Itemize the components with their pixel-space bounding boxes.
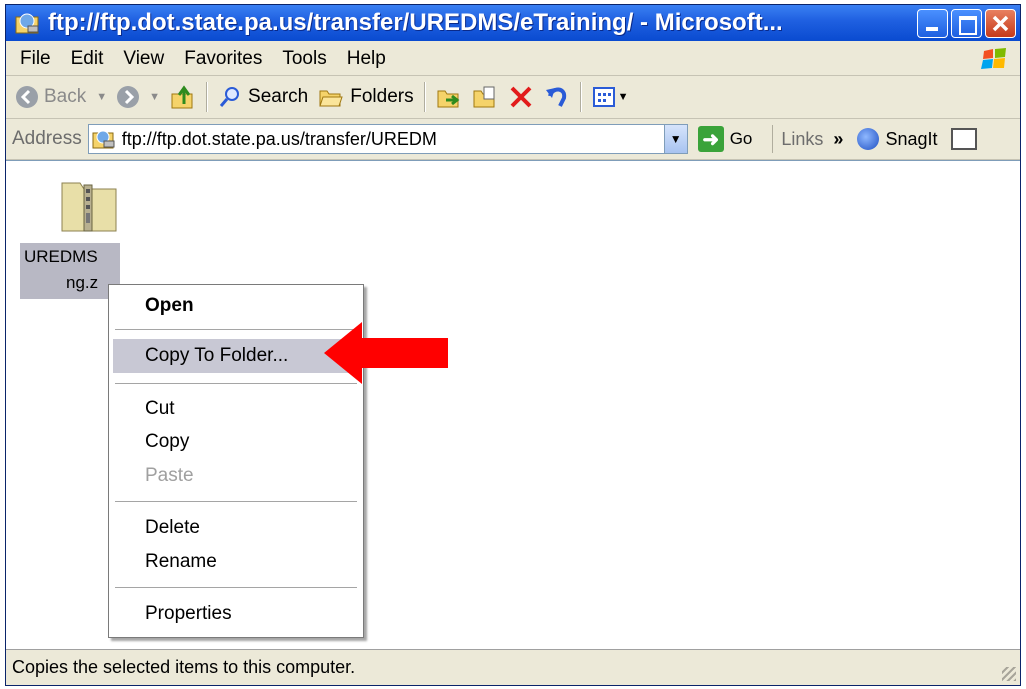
title-bar[interactable]: ftp://ftp.dot.state.pa.us/transfer/UREDM… [6,5,1020,41]
menu-edit[interactable]: Edit [71,48,104,70]
links-chevron-icon[interactable]: » [833,129,843,150]
links-label[interactable]: Links [781,129,823,150]
address-label: Address [12,128,82,149]
snagit-icon [857,128,880,150]
menu-properties[interactable]: Properties [145,603,232,625]
file-name-line1: UREDMS [24,247,98,266]
snagit-capture-icon[interactable] [951,128,978,150]
address-value: ftp://ftp.dot.state.pa.us/transfer/UREDM [121,128,437,149]
search-icon [219,87,240,107]
minimize-icon [926,26,938,31]
up-folder-icon [171,85,193,109]
views-dropdown-icon: ▼ [617,91,629,103]
menu-paste: Paste [145,465,194,486]
up-folder-button[interactable] [170,84,196,110]
delete-button[interactable] [508,84,534,110]
menu-favorites[interactable]: Favorites [184,48,262,70]
folders-label: Folders [350,86,414,107]
menu-tools[interactable]: Tools [282,48,326,70]
address-field[interactable]: ftp://ftp.dot.state.pa.us/transfer/UREDM… [87,124,688,154]
move-to-button[interactable] [436,85,462,109]
status-bar: Copies the selected items to this comput… [6,649,1020,685]
views-button[interactable]: ▼ [592,86,629,108]
snagit-label: SnagIt [885,128,938,149]
close-button[interactable] [985,8,1016,38]
menu-separator [115,587,357,588]
go-button[interactable]: ➜ Go [697,126,753,152]
forward-button[interactable]: ▼ [117,86,160,108]
zip-folder-icon[interactable] [58,177,120,233]
forward-dropdown-icon: ▼ [149,91,161,103]
file-name-label[interactable]: UREDMS ng.z [20,243,120,299]
forward-arrow-icon [117,86,140,108]
back-arrow-icon [16,86,38,108]
menu-copy[interactable]: Copy [145,431,189,453]
copy-to-folder-icon [473,86,495,108]
menu-rename[interactable]: Rename [145,551,217,573]
menu-cut[interactable]: Cut [145,398,175,420]
copy-to-button[interactable] [472,85,498,109]
back-button[interactable]: Back ▼ [16,86,107,108]
standard-toolbar: Back ▼ ▼ Search Folders ▼ [6,76,1020,119]
toolbar-separator [423,82,426,112]
move-to-folder-icon [437,90,459,108]
menu-delete[interactable]: Delete [145,517,200,539]
back-dropdown-icon: ▼ [96,91,108,103]
red-arrow-annotation [324,322,448,384]
ftp-folder-icon [14,11,42,35]
ftp-folder-icon [92,130,115,149]
menu-separator [115,383,357,384]
windows-logo-icon [981,48,1006,69]
menu-separator [115,329,357,330]
snagit-button[interactable]: SnagIt [857,128,937,150]
folders-icon [319,90,343,107]
menu-view[interactable]: View [123,48,164,70]
window-title: ftp://ftp.dot.state.pa.us/transfer/UREDM… [48,9,783,36]
close-icon [992,15,1009,31]
menu-file[interactable]: File [20,48,51,70]
status-text: Copies the selected items to this comput… [12,657,356,677]
toolbar-separator [579,82,582,112]
search-label: Search [248,86,309,107]
views-grid-icon [592,87,615,107]
address-dropdown-icon[interactable]: ▼ [663,125,687,153]
back-label: Back [44,86,87,107]
folders-button[interactable]: Folders [318,86,414,108]
toolbar-separator [772,125,774,153]
address-bar: Address ftp://ftp.dot.state.pa.us/transf… [6,119,1020,160]
menu-open[interactable]: Open [145,295,194,317]
resize-grip-icon[interactable] [1002,667,1016,681]
menu-copy-to-folder[interactable]: Copy To Folder... [145,345,288,367]
menu-bar: File Edit View Favorites Tools Help [6,42,1020,76]
menu-separator [115,501,357,502]
undo-icon [545,87,566,107]
maximize-button[interactable] [951,8,982,38]
delete-x-icon [510,86,532,108]
file-name-line2: ng.z [66,273,99,292]
search-button[interactable]: Search [218,85,308,109]
go-arrow-icon: ➜ [697,126,724,152]
menu-help[interactable]: Help [347,48,386,70]
minimize-button[interactable] [917,8,948,38]
maximize-icon [959,15,977,35]
go-label: Go [729,129,753,148]
toolbar-separator [206,82,209,112]
undo-button[interactable] [544,84,570,110]
